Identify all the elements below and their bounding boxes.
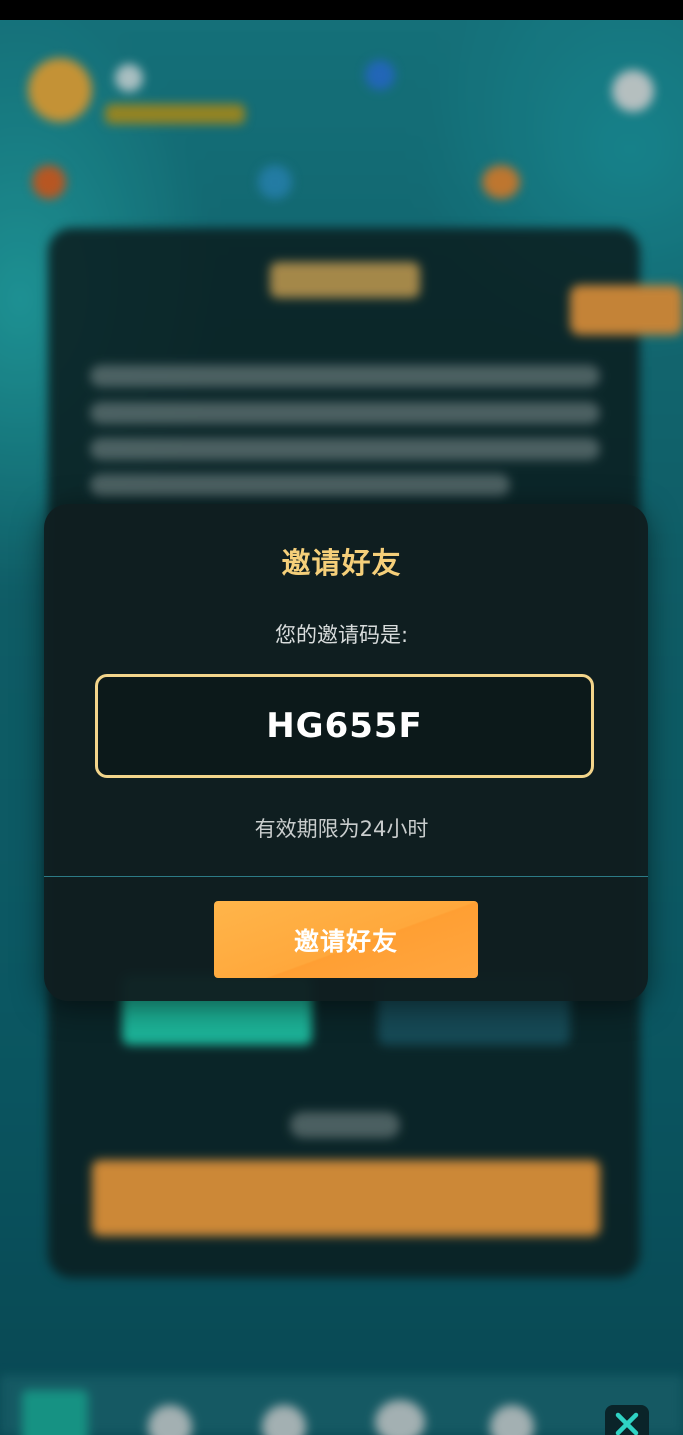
invite-code-box[interactable]: HG655F (95, 674, 594, 778)
status-bar (0, 0, 683, 20)
invite-friends-button[interactable]: 邀请好友 (214, 901, 478, 978)
dialog-title: 邀请好友 (281, 546, 402, 580)
close-icon (614, 1405, 640, 1435)
screen: 邀请好友 您的邀请码是: HG655F 有效期限为24小时 邀请好友 (0, 0, 683, 1435)
invite-code-prompt: 您的邀请码是: (274, 623, 409, 647)
divider (44, 876, 648, 877)
close-button[interactable] (605, 1405, 649, 1435)
validity-note: 有效期限为24小时 (254, 817, 429, 841)
invite-code-value: HG655F (266, 706, 423, 746)
